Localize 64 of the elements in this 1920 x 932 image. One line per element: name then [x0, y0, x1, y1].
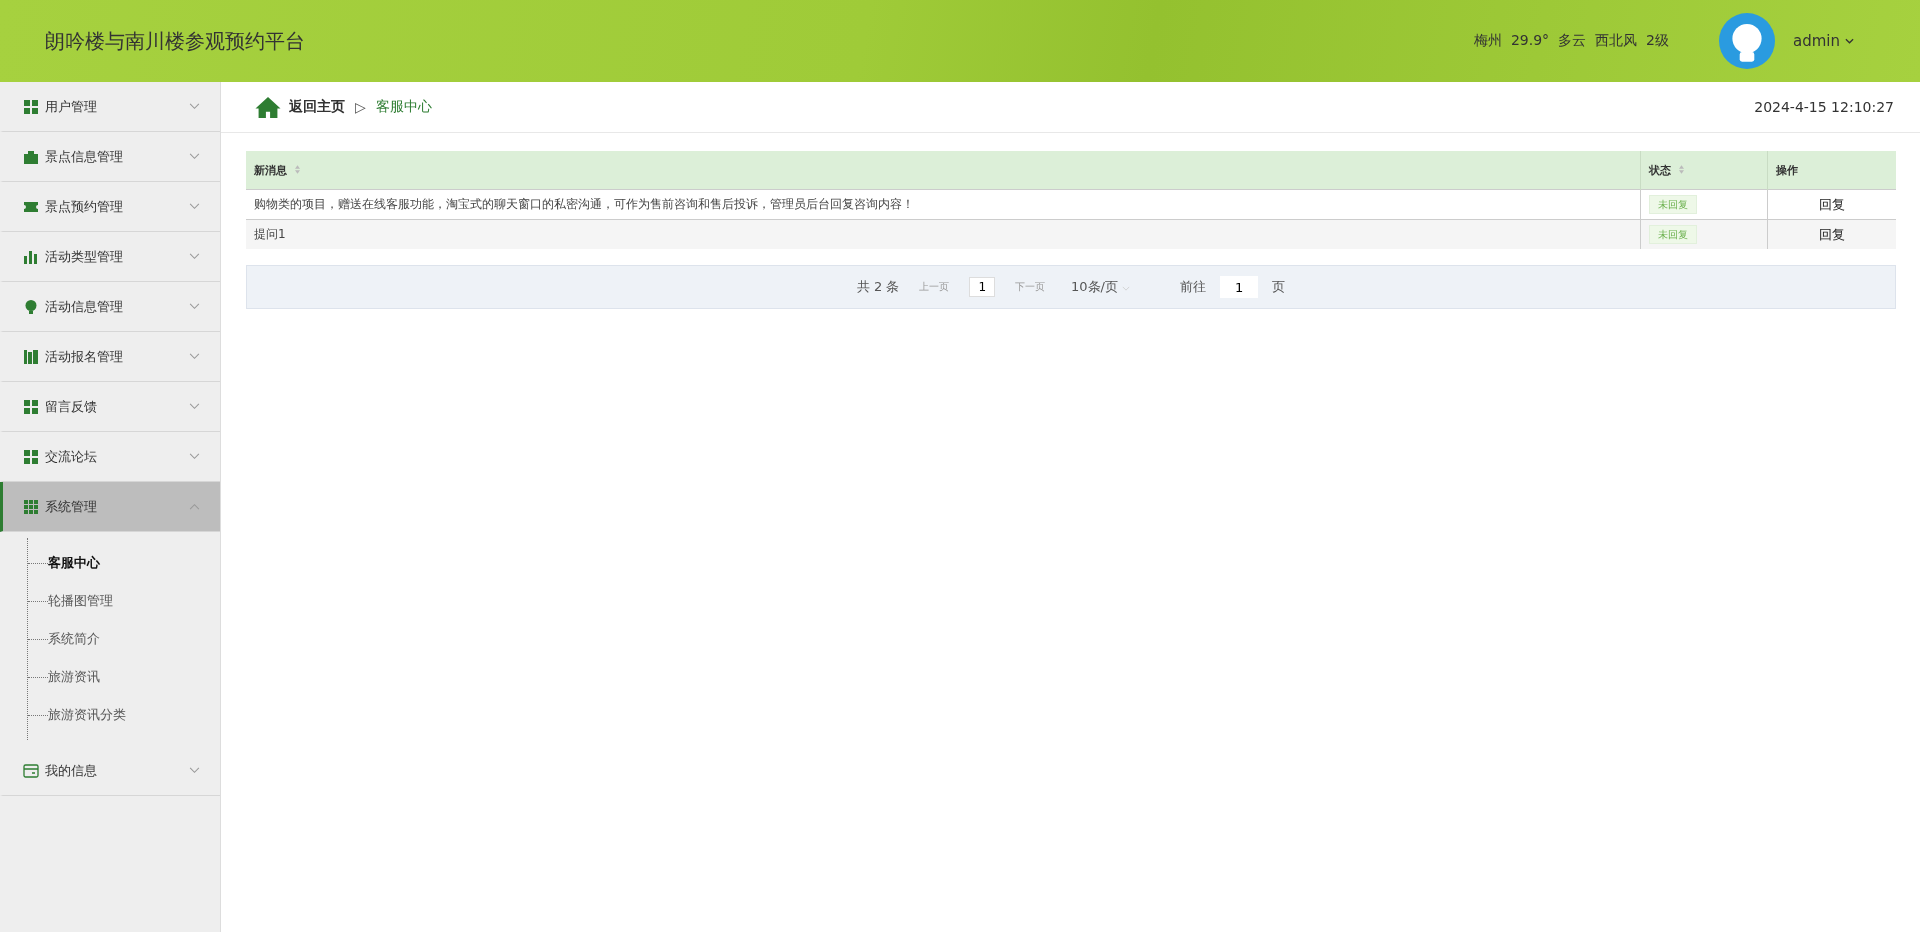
weather-text: 多云 — [1558, 32, 1587, 50]
chevron-down-icon — [189, 153, 200, 160]
goto-label: 前往 — [1180, 278, 1207, 296]
status-tag: 未回复 — [1649, 195, 1697, 214]
reply-button[interactable]: 回复 — [1819, 225, 1845, 244]
menu-item[interactable]: 留言反馈 — [0, 382, 220, 432]
submenu-item[interactable]: 旅游资讯 — [48, 668, 100, 686]
sort-icon[interactable] — [1679, 164, 1684, 174]
caret-icon — [1845, 38, 1854, 44]
bulb-icon — [23, 298, 39, 315]
table-cell: 提问1 — [246, 219, 1641, 249]
reply-button[interactable]: 回复 — [1819, 195, 1845, 214]
chevron-down-icon — [189, 303, 200, 310]
status-tag: 未回复 — [1649, 225, 1697, 244]
book-icon — [23, 348, 39, 365]
user-menu[interactable]: admin — [1787, 31, 1860, 51]
page-size-select[interactable]: 10条/页 — [1065, 277, 1137, 297]
submenu-item[interactable]: 系统简介 — [48, 630, 100, 648]
avatar-icon[interactable] — [1719, 13, 1775, 69]
briefcase-icon — [23, 148, 39, 165]
grid-icon — [23, 498, 39, 515]
chevron-down-icon — [189, 253, 200, 260]
home-link[interactable]: 返回主页 — [289, 98, 345, 116]
menu-item[interactable]: 景点预约管理 — [0, 182, 220, 232]
bar-chart-icon — [23, 248, 39, 265]
submenu-item[interactable]: 轮播图管理 — [48, 592, 113, 610]
grid-icon — [23, 448, 39, 465]
card-icon — [23, 762, 39, 779]
submenu-item[interactable]: 旅游资讯分类 — [48, 706, 126, 724]
chevron-down-icon — [189, 353, 200, 360]
chevron-down-icon — [189, 453, 200, 460]
chevron-up-icon — [189, 503, 200, 510]
page-label: 页 — [1272, 278, 1286, 296]
menu-item[interactable]: 活动报名管理 — [0, 332, 220, 382]
chevron-down-icon — [189, 403, 200, 410]
site-title: 朗吟楼与南川楼参观预约平台 — [45, 27, 306, 55]
sort-icon[interactable] — [295, 164, 300, 174]
chevron-down-icon — [189, 203, 200, 210]
column-header: 操作 — [1767, 151, 1896, 190]
column-header[interactable]: 新消息 — [246, 151, 1641, 190]
datetime-text: 2024-4-15 12:10:27 — [1754, 99, 1894, 115]
menu-item[interactable]: 景点信息管理 — [0, 132, 220, 182]
caret-icon — [1122, 286, 1131, 291]
current-page: 客服中心 — [375, 98, 433, 116]
grid-icon — [23, 398, 39, 415]
total-count: 共 2 条 — [856, 278, 900, 296]
page-number[interactable]: 1 — [969, 277, 996, 297]
menu-item[interactable]: 用户管理 — [0, 82, 220, 132]
weather-text: 西北风 — [1595, 32, 1638, 50]
chevron-down-icon — [189, 767, 200, 774]
menu-item[interactable]: 我的信息 — [0, 746, 220, 796]
weather-text: 梅州 — [1473, 32, 1502, 50]
goto-input[interactable]: 1 — [1220, 276, 1259, 298]
menu-item[interactable]: 活动信息管理 — [0, 282, 220, 332]
home-icon[interactable] — [255, 95, 281, 119]
weather-text: 29.9° — [1510, 32, 1550, 50]
column-header[interactable]: 状态 — [1640, 151, 1768, 190]
menu-item[interactable]: 活动类型管理 — [0, 232, 220, 282]
weather-text: 2级 — [1646, 32, 1669, 50]
menu-item[interactable]: 系统管理 — [0, 482, 220, 532]
grid-icon — [23, 98, 39, 115]
chevron-down-icon — [189, 103, 200, 110]
submenu-item[interactable]: 客服中心 — [48, 554, 100, 572]
separator-text: ▷ — [355, 99, 366, 115]
